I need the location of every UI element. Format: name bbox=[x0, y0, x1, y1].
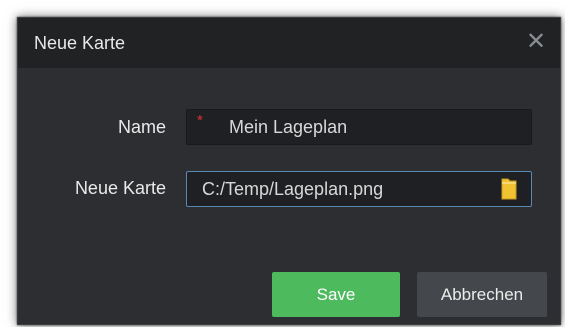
close-icon[interactable]: ✕ bbox=[524, 30, 548, 54]
screen: Neue Karte ✕ Name * Mein Lageplan Neue K… bbox=[0, 0, 565, 327]
save-button[interactable]: Save bbox=[272, 272, 400, 317]
required-marker: * bbox=[197, 112, 203, 129]
map-file-value: C:/Temp/Lageplan.png bbox=[202, 179, 384, 199]
name-field[interactable]: * Mein Lageplan bbox=[186, 109, 532, 145]
folder-icon[interactable] bbox=[501, 178, 517, 200]
name-label: Name bbox=[117, 117, 166, 137]
new-map-label: Neue Karte bbox=[74, 178, 166, 198]
map-file-field[interactable]: C:/Temp/Lageplan.png bbox=[186, 171, 532, 207]
cancel-button[interactable]: Abbrechen bbox=[417, 272, 547, 317]
new-map-dialog: Neue Karte ✕ Name * Mein Lageplan Neue K… bbox=[17, 17, 561, 325]
dialog-title: Neue Karte bbox=[34, 33, 126, 53]
name-field-value: Mein Lageplan bbox=[229, 117, 348, 137]
dialog-titlebar: Neue Karte ✕ bbox=[18, 18, 560, 68]
